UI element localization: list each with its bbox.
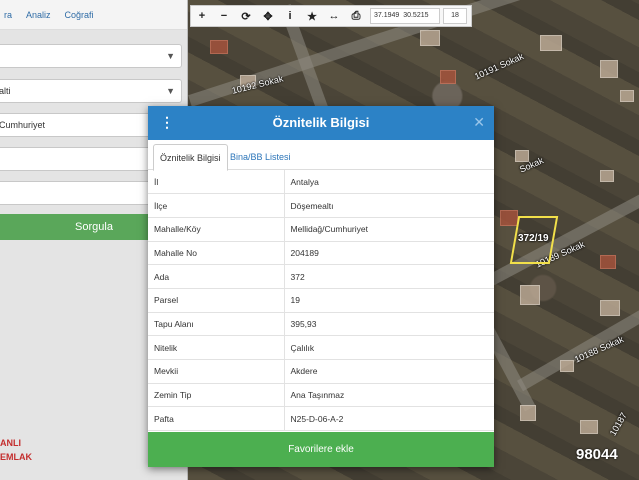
attr-key: Zemin Tip [148,383,285,408]
star-icon[interactable]: ★ [301,6,323,26]
attr-key: Nitelik [148,335,285,360]
add-to-favorites-button[interactable]: Favorilere ekle [148,432,494,467]
table-row: Mahalle/Köy Mellidağ/Cumhuriyet [148,217,494,242]
zoom-level: 18 [443,8,467,24]
nav-item-partial[interactable]: ra [4,10,12,20]
attr-key: Mahalle/Köy [148,217,285,242]
measure-icon[interactable]: ↔ [323,6,345,26]
neighborhood-field-value: Cumhuriyet [0,120,46,130]
nav-item-analiz[interactable]: Analiz [26,10,51,20]
coordinate-readout: 37.1949 30.5215 [370,8,440,24]
map-building [600,255,616,269]
attr-key: Mevkii [148,359,285,384]
table-row: İl Antalya [148,170,494,195]
modal-title: Öznitelik Bilgisi [272,115,370,130]
table-row: Mahalle No 204189 [148,241,494,266]
attr-key: İl [148,170,285,195]
modal-tabs: Öznitelik Bilgisi Bina/BB Listesi [148,140,494,171]
street-label: 10191 Sokak [472,51,526,82]
attr-key: Tapu Alanı [148,312,285,337]
map-building [520,285,540,305]
attr-value: Ana Taşınmaz [284,383,494,408]
map-building [620,90,634,102]
attr-value: 372 [284,264,494,289]
map-road [517,305,639,392]
attr-key: Pafta [148,406,285,432]
info-icon[interactable]: i [279,6,301,26]
map-building [210,40,228,54]
parcel-label: 372/19 [518,233,549,244]
table-row: Nitelik Çalılık [148,335,494,360]
attr-value: 19 [284,288,494,313]
coordinate-y: 30.5215 [403,12,429,19]
attr-key: Parsel [148,288,285,313]
attr-value: 204189 [284,241,494,266]
map-building [580,420,598,434]
map-building [600,300,620,316]
zoom-in-icon[interactable]: + [191,6,213,26]
attr-value: Mellidağ/Cumhuriyet [284,217,494,242]
table-row: Ada 372 [148,264,494,289]
attr-key: Mahalle No [148,241,285,266]
close-icon[interactable]: ✕ [473,114,485,131]
top-nav: ra Analiz Coğrafi [0,0,187,30]
logo-line: ANLI [0,438,21,448]
attr-key: Ada [148,264,285,289]
map-building [500,210,518,226]
attr-value: Akdere [284,359,494,384]
attr-value: Çalılık [284,335,494,360]
listing-id: 98044 [576,446,618,463]
province-select[interactable]: ▼ [0,44,182,68]
attribute-info-modal: ⋮ Öznitelik Bilgisi ✕ Öznitelik Bilgisi … [148,106,494,467]
agency-logo: ANLI EMLAK [0,436,32,464]
district-select[interactable]: alti ▼ [0,79,182,103]
map-building [600,170,614,182]
tab-attribute-info[interactable]: Öznitelik Bilgisi [153,144,228,171]
table-row: İlçe Döşemealtı [148,193,494,218]
table-row: Pafta N25-D-06-A-2 [148,406,494,432]
map-building [520,405,536,421]
tab-building-list[interactable]: Bina/BB Listesi [224,144,297,171]
table-row: Parsel 19 [148,288,494,313]
print-icon[interactable]: ⎙ [345,6,367,26]
refresh-icon[interactable]: ⟳ [235,6,257,26]
modal-header: ⋮ Öznitelik Bilgisi ✕ [148,106,494,140]
locate-icon[interactable]: ✥ [257,6,279,26]
map-road [477,186,639,292]
attr-value: 395,93 [284,312,494,337]
table-row: Tapu Alanı 395,93 [148,312,494,337]
chevron-down-icon: ▼ [166,51,175,61]
map-building [600,60,618,78]
map-building [540,35,562,51]
attr-value: Antalya [284,170,494,195]
chevron-down-icon: ▼ [166,86,175,96]
attr-value: N25-D-06-A-2 [284,406,494,432]
district-select-value: alti [0,86,11,96]
attr-value: Döşemealtı [284,193,494,218]
street-label: 10187 [607,410,629,438]
attribute-table: İl Antalya İlçe Döşemealtı Mahalle/Köy Mell… [148,170,494,432]
table-row: Zemin Tip Ana Taşınmaz [148,383,494,408]
table-row: Mevkii Akdere [148,359,494,384]
zoom-out-icon[interactable]: − [213,6,235,26]
map-building [420,30,440,46]
nav-item-cografi[interactable]: Coğrafi [65,10,94,20]
map-building [440,70,456,84]
logo-line: EMLAK [0,452,32,462]
map-building [560,360,574,372]
attr-key: İlçe [148,193,285,218]
map-toolbar: + − ⟳ ✥ i ★ ↔ ⎙ 37.1949 30.5215 18 [190,5,472,27]
coordinate-x: 37.1949 [374,12,400,19]
